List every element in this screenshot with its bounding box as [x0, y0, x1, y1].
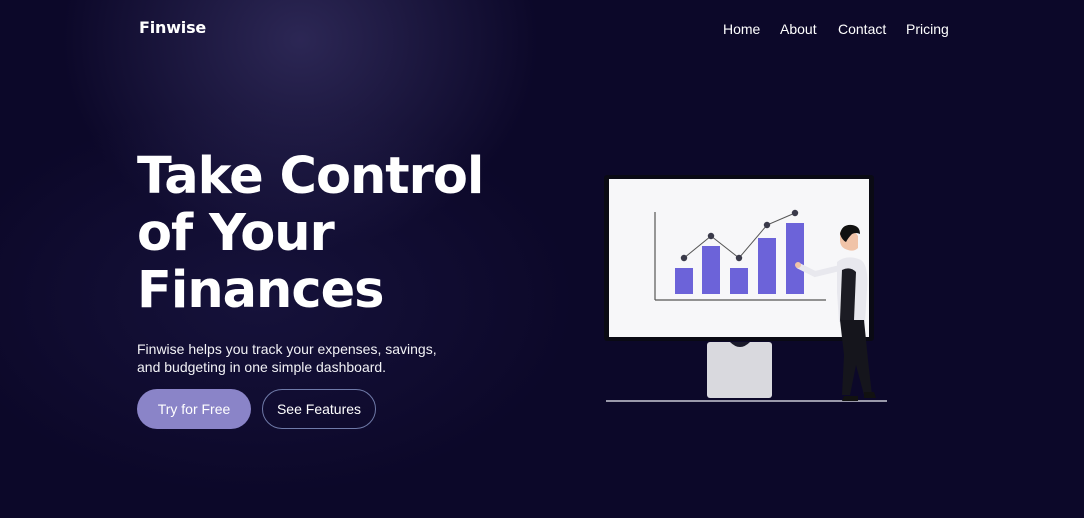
chart-bar	[675, 268, 693, 294]
brand-logo[interactable]: Finwise	[139, 18, 206, 37]
hero-title-line-3: Finances	[137, 261, 385, 320]
chart-point	[680, 254, 688, 262]
site-header: Finwise Home About Contact Pricing	[0, 0, 1084, 60]
see-features-button[interactable]: See Features	[262, 389, 376, 429]
chart-point	[791, 209, 799, 217]
nav-pricing-link[interactable]: Pricing	[906, 21, 949, 37]
monitor-stand	[707, 342, 772, 398]
hero-title-line-2: of Your	[137, 204, 335, 263]
nav-home-link[interactable]: Home	[723, 21, 760, 37]
hero-title: Take Control of Your Finances	[137, 148, 557, 319]
chart-bar	[702, 246, 720, 294]
chart-point	[735, 254, 743, 262]
chart-point	[763, 221, 771, 229]
presentation-chart-illustration	[604, 175, 887, 402]
hero-subtitle: Finwise helps you track your expenses, s…	[137, 341, 437, 375]
chart-bar	[786, 223, 804, 294]
chart-point	[707, 232, 715, 240]
try-for-free-button[interactable]: Try for Free	[137, 389, 251, 429]
nav-contact-link[interactable]: Contact	[838, 21, 886, 37]
chart-bar	[758, 238, 776, 294]
hero-title-line-1: Take Control	[137, 147, 484, 206]
chart-bar	[730, 268, 748, 294]
nav-about-link[interactable]: About	[780, 21, 817, 37]
